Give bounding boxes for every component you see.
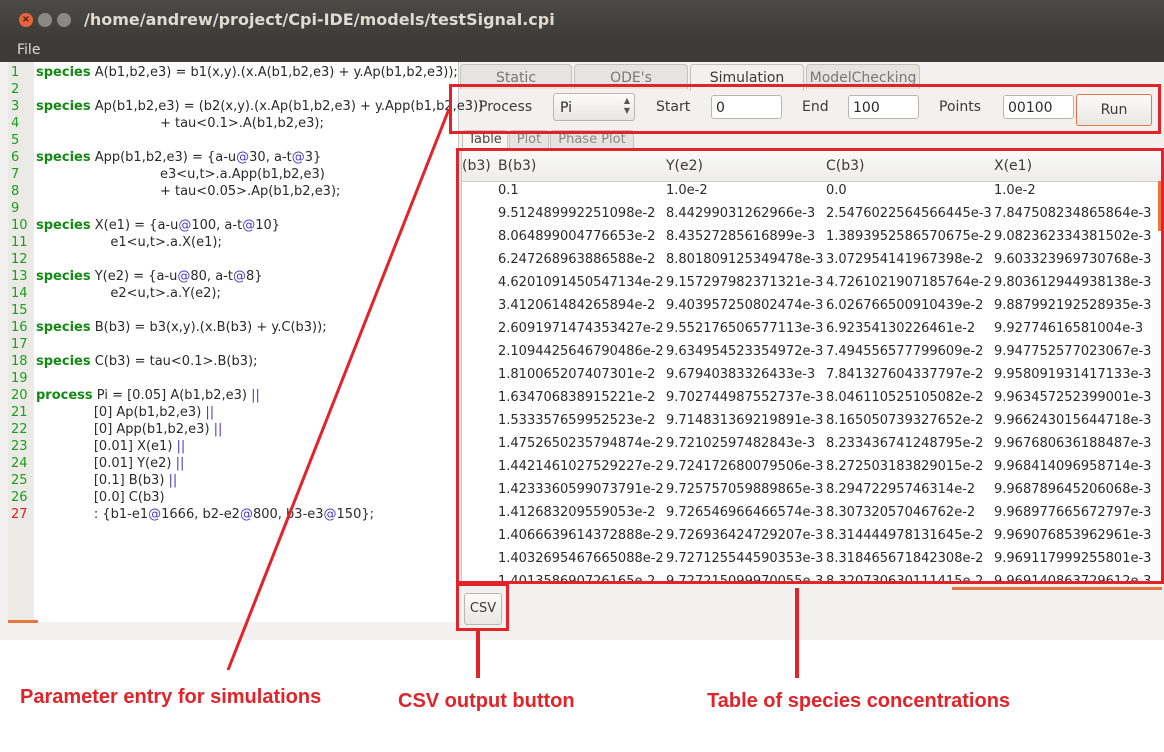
line-number: 1 — [11, 65, 20, 80]
line-number: 17 — [11, 337, 28, 352]
code-text[interactable]: species App(b1,b2,e3) = {a-u@30, a-t@3} — [36, 149, 321, 166]
line-number: 6 — [11, 150, 20, 165]
code-editor[interactable]: 1 species A(b1,b2,e3) = b1(x,y).(x.A(b1,b… — [8, 62, 483, 622]
line-number: 9 — [11, 201, 20, 216]
line-number: 19 — [11, 371, 28, 386]
line-number: 21 — [11, 405, 28, 420]
title-bar: × /home/andrew/project/Cpi-IDE/models/te… — [0, 0, 1164, 40]
code-text[interactable]: [0] App(b1,b2,e3) || — [36, 421, 223, 438]
code-text[interactable]: species Y(e2) = {a-u@80, a-t@8} — [36, 268, 263, 285]
line-number: 10 — [11, 218, 28, 233]
code-text[interactable]: e3<u,t>.a.App(b1,b2,e3) — [36, 166, 325, 183]
params-highlight — [449, 84, 1161, 134]
close-window-icon[interactable]: × — [19, 13, 33, 27]
code-text[interactable]: : {b1-e1@1666, b2-e2@800, b3-e3@150}; — [36, 506, 374, 523]
line-number: 16 — [11, 320, 28, 335]
line-number: 27 — [11, 507, 28, 522]
line-number: 5 — [11, 133, 20, 148]
table-highlight — [456, 148, 1164, 584]
code-text[interactable]: e2<u,t>.a.Y(e2); — [36, 285, 221, 302]
maximize-window-icon[interactable] — [57, 13, 71, 27]
line-number: 2 — [11, 82, 20, 97]
line-number: 22 — [11, 422, 28, 437]
window-title: /home/andrew/project/Cpi-IDE/models/test… — [84, 10, 555, 29]
csv-area — [458, 590, 1162, 628]
line-number: 4 — [11, 116, 20, 131]
code-text[interactable]: [0.01] X(e1) || — [36, 438, 185, 455]
code-text[interactable]: species Ap(b1,b2,e3) = (b2(x,y).(x.Ap(b1… — [36, 98, 483, 115]
line-number: 11 — [11, 235, 28, 250]
code-text[interactable]: [0.0] C(b3) — [36, 489, 165, 506]
line-number: 18 — [11, 354, 28, 369]
menu-file[interactable]: File — [17, 42, 40, 58]
line-number: 3 — [11, 99, 20, 114]
line-number: 23 — [11, 439, 28, 454]
params-callout: Parameter entry for simulations — [20, 686, 322, 708]
code-text[interactable]: species X(e1) = {a-u@100, a-t@10} — [36, 217, 280, 234]
line-number: 24 — [11, 456, 28, 471]
code-text[interactable]: process Pi = [0.05] A(b1,b2,e3) || — [36, 387, 260, 404]
line-number: 25 — [11, 473, 28, 488]
code-text[interactable]: species A(b1,b2,e3) = b1(x,y).(x.A(b1,b2… — [36, 64, 458, 81]
csv-callout: CSV output button — [398, 690, 575, 712]
editor-scrollbar[interactable] — [8, 620, 38, 623]
code-text[interactable]: + tau<0.05>.Ap(b1,b2,e3); — [36, 183, 340, 200]
code-text[interactable]: [0.1] B(b3) || — [36, 472, 177, 489]
csv-highlight — [456, 583, 509, 631]
line-number: 15 — [11, 303, 28, 318]
code-text[interactable]: e1<u,t>.a.X(e1); — [36, 234, 221, 251]
line-number: 20 — [11, 388, 28, 403]
line-number: 13 — [11, 269, 28, 284]
table-callout: Table of species concentrations — [707, 690, 1011, 712]
menu-bar: File — [0, 40, 1164, 62]
line-number: 14 — [11, 286, 28, 301]
code-text[interactable]: + tau<0.1>.A(b1,b2,e3); — [36, 115, 324, 132]
code-text[interactable]: species C(b3) = tau<0.1>.B(b3); — [36, 353, 257, 370]
minimize-window-icon[interactable] — [38, 13, 52, 27]
line-number: 12 — [11, 252, 28, 267]
code-text[interactable]: [0] Ap(b1,b2,e3) || — [36, 404, 214, 421]
line-number: 7 — [11, 167, 20, 182]
code-text[interactable]: [0.01] Y(e2) || — [36, 455, 184, 472]
code-text[interactable]: species B(b3) = b3(x,y).(x.B(b3) + y.C(b… — [36, 319, 327, 336]
line-number: 8 — [11, 184, 20, 199]
line-number: 26 — [11, 490, 28, 505]
